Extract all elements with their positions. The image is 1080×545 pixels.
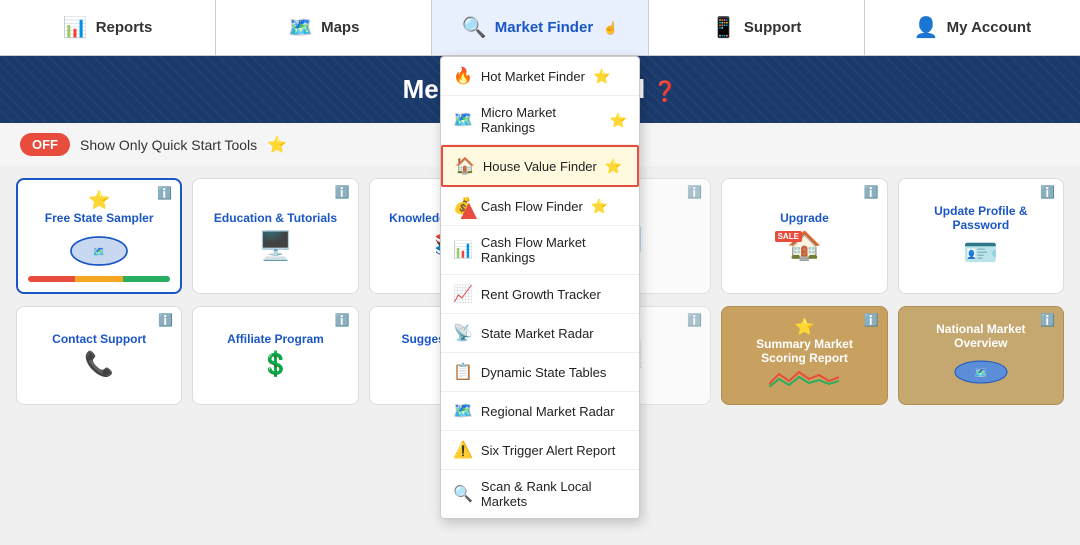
national-market-info-icon[interactable]: ℹ️ <box>1040 313 1055 327</box>
summary-market-title: Summary Market Scoring Report <box>732 337 876 365</box>
star-icon: ⭐ <box>593 68 610 85</box>
navbar: 📊 Reports 🗺️ Maps 🔍 Market Finder ☝️ 📱 S… <box>0 0 1080 56</box>
nav-my-account-label: My Account <box>947 19 1031 36</box>
maps-icon: 🗺️ <box>288 15 313 40</box>
dropdown-regional-market-label: Regional Market Radar <box>481 404 615 419</box>
star-icon-3: ⭐ <box>605 158 622 175</box>
nav-market-finder[interactable]: 🔍 Market Finder ☝️ <box>432 0 648 55</box>
dropdown-six-trigger-label: Six Trigger Alert Report <box>481 443 615 458</box>
rent-growth-icon: 📈 <box>453 284 473 304</box>
education-icon: 🖥️ <box>258 229 293 262</box>
affiliate-title: Affiliate Program <box>227 332 324 346</box>
scan-rank-icon: 🔍 <box>453 484 473 504</box>
summary-market-star: ⭐ <box>795 317 815 337</box>
card-upgrade[interactable]: ℹ️ Upgrade 🏠 SALE <box>721 178 887 294</box>
nav-reports-label: Reports <box>96 19 153 36</box>
dropdown-hot-market-finder[interactable]: 🔥 Hot Market Finder ⭐ <box>441 57 639 96</box>
hero-info-icon: ❓ <box>653 81 678 103</box>
contact-info-icon[interactable]: ℹ️ <box>158 313 173 327</box>
dropdown-dynamic-state-tables-label: Dynamic State Tables <box>481 365 607 380</box>
card-update-profile[interactable]: ℹ️ Update Profile & Password 🪪 <box>898 178 1064 294</box>
education-info-icon[interactable]: ℹ️ <box>335 185 350 199</box>
free-state-map: 🗺️ <box>69 229 129 272</box>
dropdown-house-value-finder[interactable]: 🏠 House Value Finder ⭐ <box>441 145 639 187</box>
update-profile-info-icon[interactable]: ℹ️ <box>1040 185 1055 199</box>
hot-market-finder-icon: 🔥 <box>453 66 473 86</box>
support-icon: 📱 <box>711 15 736 40</box>
report-info-icon[interactable]: ℹ️ <box>687 185 702 199</box>
state-market-radar-icon: 📡 <box>453 323 473 343</box>
regional-market-icon: 🗺️ <box>453 401 473 421</box>
cursor-icon: ☝️ <box>603 21 618 35</box>
toggle-label: OFF <box>32 137 58 152</box>
upgrade-icon: 🏠 SALE <box>787 229 822 262</box>
card-national-market[interactable]: ℹ️ National Market Overview 🗺️ <box>898 306 1064 405</box>
dropdown-state-market-radar[interactable]: 📡 State Market Radar <box>441 314 639 353</box>
affiliate-icon: 💲 <box>261 350 291 379</box>
summary-market-info-icon[interactable]: ℹ️ <box>864 313 879 327</box>
dropdown-six-trigger[interactable]: ⚠️ Six Trigger Alert Report <box>441 431 639 470</box>
update-profile-icon: 🪪 <box>963 236 998 269</box>
quick-start-star: ⭐ <box>267 135 287 155</box>
dropdown-scan-rank-label: Scan & Rank Local Markets <box>481 479 627 509</box>
update-profile-title: Update Profile & Password <box>909 204 1053 232</box>
nav-support-label: Support <box>744 19 802 36</box>
free-state-progress <box>28 276 170 282</box>
contact-icon: 📞 <box>84 350 114 379</box>
dropdown-state-market-radar-label: State Market Radar <box>481 326 594 341</box>
nav-my-account[interactable]: 👤 My Account <box>865 0 1080 55</box>
free-state-title: Free State Sampler <box>45 211 154 225</box>
star-icon-4: ⭐ <box>591 198 608 215</box>
cash-flow-rankings-icon: 📊 <box>453 240 473 260</box>
partial-info-icon[interactable]: ℹ️ <box>687 313 702 327</box>
dynamic-state-icon: 📋 <box>453 362 473 382</box>
dropdown-house-value-label: House Value Finder <box>483 159 597 174</box>
dropdown-hot-market-finder-label: Hot Market Finder <box>481 69 585 84</box>
nav-reports[interactable]: 📊 Reports <box>0 0 216 55</box>
dropdown-regional-market-radar[interactable]: 🗺️ Regional Market Radar <box>441 392 639 431</box>
upgrade-title: Upgrade <box>780 211 829 225</box>
svg-text:🗺️: 🗺️ <box>975 368 987 379</box>
market-finder-icon: 🔍 <box>462 15 487 40</box>
summary-market-chart <box>769 369 839 394</box>
card-affiliate-program[interactable]: ℹ️ Affiliate Program 💲 <box>192 306 358 405</box>
dropdown-micro-market[interactable]: 🗺️ Micro Market Rankings ⭐ <box>441 96 639 145</box>
six-trigger-icon: ⚠️ <box>453 440 473 460</box>
national-market-map: 🗺️ <box>951 354 1011 389</box>
market-finder-dropdown: 🔥 Hot Market Finder ⭐ 🗺️ Micro Market Ra… <box>440 56 640 519</box>
star-icon-2: ⭐ <box>610 112 627 129</box>
nav-maps[interactable]: 🗺️ Maps <box>216 0 432 55</box>
card-contact-support[interactable]: ℹ️ Contact Support 📞 <box>16 306 182 405</box>
card-summary-market[interactable]: ℹ️ ⭐ Summary Market Scoring Report <box>721 306 887 405</box>
micro-market-icon: 🗺️ <box>453 110 473 130</box>
card-free-state-sampler[interactable]: ℹ️ ⭐ Free State Sampler 🗺️ <box>16 178 182 294</box>
upgrade-info-icon[interactable]: ℹ️ <box>864 185 879 199</box>
dropdown-cash-flow-rankings[interactable]: 📊 Cash Flow Market Rankings <box>441 226 639 275</box>
svg-text:🗺️: 🗺️ <box>93 247 105 258</box>
quick-start-label: Show Only Quick Start Tools <box>80 137 257 153</box>
house-value-icon: 🏠 <box>455 156 475 176</box>
card-education-tutorials[interactable]: ℹ️ Education & Tutorials 🖥️ <box>192 178 358 294</box>
dropdown-scan-rank[interactable]: 🔍 Scan & Rank Local Markets <box>441 470 639 518</box>
reports-icon: 📊 <box>63 15 88 40</box>
national-market-title: National Market Overview <box>909 322 1053 350</box>
my-account-icon: 👤 <box>914 15 939 40</box>
dropdown-dynamic-state-tables[interactable]: 📋 Dynamic State Tables <box>441 353 639 392</box>
quick-start-toggle[interactable]: OFF <box>20 133 70 156</box>
dropdown-rent-growth[interactable]: 📈 Rent Growth Tracker <box>441 275 639 314</box>
red-arrow-indicator: ▲ <box>455 196 483 224</box>
contact-title: Contact Support <box>52 332 146 346</box>
nav-market-finder-label: Market Finder <box>495 19 593 36</box>
free-state-info-icon[interactable]: ℹ️ <box>157 186 172 200</box>
dropdown-cash-flow-rankings-label: Cash Flow Market Rankings <box>481 235 627 265</box>
dropdown-rent-growth-label: Rent Growth Tracker <box>481 287 601 302</box>
nav-support[interactable]: 📱 Support <box>649 0 865 55</box>
free-state-star: ⭐ <box>88 190 110 211</box>
education-title: Education & Tutorials <box>214 211 337 225</box>
sale-badge: SALE <box>775 231 802 242</box>
dropdown-micro-market-label: Micro Market Rankings <box>481 105 602 135</box>
dropdown-cash-flow-finder-label: Cash Flow Finder <box>481 199 583 214</box>
nav-maps-label: Maps <box>321 19 359 36</box>
affiliate-info-icon[interactable]: ℹ️ <box>335 313 350 327</box>
